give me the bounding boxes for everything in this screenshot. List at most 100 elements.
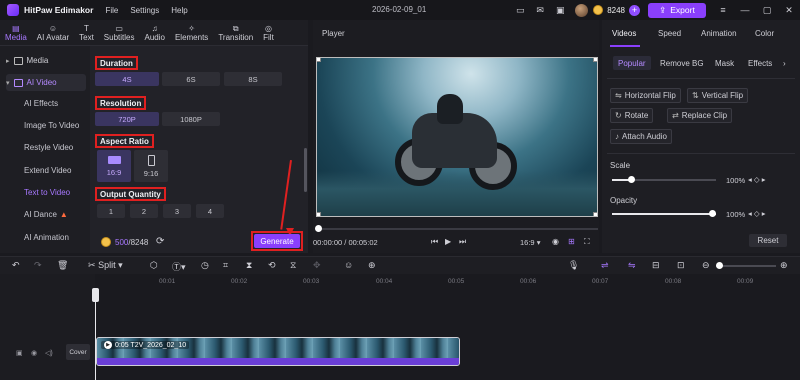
- play-icon[interactable]: ▶: [445, 237, 451, 246]
- duration-option-4s[interactable]: 4S: [95, 72, 159, 86]
- tab-subtitles[interactable]: ▭ Subtitles: [99, 20, 140, 46]
- microphone-icon[interactable]: 🎙: [568, 260, 579, 271]
- menu-settings[interactable]: Settings: [130, 6, 159, 15]
- quantity-option-2[interactable]: 2: [130, 204, 158, 218]
- next-frame-icon[interactable]: ⏭: [459, 237, 466, 247]
- stabilize-icon[interactable]: ✥: [313, 260, 321, 271]
- resolution-option-720p[interactable]: 720P: [95, 112, 159, 126]
- sticker-icon[interactable]: ⊕: [368, 260, 376, 271]
- redo-icon[interactable]: ↷: [34, 260, 42, 271]
- grid-icon[interactable]: ⊞: [568, 237, 575, 246]
- tab-speed[interactable]: Speed: [658, 29, 681, 38]
- playback-progress[interactable]: [316, 228, 598, 230]
- tab-audio[interactable]: ♫ Audio: [139, 20, 169, 46]
- volume-icon[interactable]: ◁): [45, 349, 53, 357]
- text-tool-icon[interactable]: Ⓣ▾: [172, 260, 186, 273]
- resize-handle[interactable]: [317, 212, 321, 216]
- cover-button[interactable]: Cover: [66, 344, 90, 360]
- resize-handle[interactable]: [593, 212, 597, 216]
- keyframe-controls[interactable]: ◂ ◇ ▸: [748, 175, 765, 184]
- subtab-mask[interactable]: Mask: [710, 56, 739, 70]
- menu-help[interactable]: Help: [171, 6, 187, 15]
- playback-knob[interactable]: [315, 225, 322, 232]
- prev-frame-icon[interactable]: ⏮: [431, 237, 438, 247]
- settings-scrollbar[interactable]: [304, 148, 307, 192]
- resolution-option-1080p[interactable]: 1080P: [162, 112, 220, 126]
- chevron-right-icon[interactable]: ›: [783, 56, 786, 70]
- snap-icon[interactable]: ⊟: [652, 260, 660, 271]
- aspect-option-16-9[interactable]: 16:9: [97, 150, 131, 182]
- subtab-effects[interactable]: Effects: [743, 56, 777, 70]
- lock-icon[interactable]: ▣: [16, 349, 23, 357]
- split-button[interactable]: ✂ Split ▾: [88, 260, 123, 271]
- freeze-icon[interactable]: ⧗: [246, 260, 252, 271]
- horizontal-flip-button[interactable]: ⇋ Horizontal Flip: [610, 88, 681, 103]
- undo-icon[interactable]: ↶: [12, 260, 20, 271]
- keyframe-controls[interactable]: ◂ ◇ ▸: [748, 209, 765, 218]
- tab-text[interactable]: T Text: [74, 20, 99, 46]
- reverse-icon[interactable]: ⟲: [268, 260, 276, 271]
- tab-filter[interactable]: ◎ Filt: [258, 20, 279, 46]
- aspect-ratio-select[interactable]: 16:9 ▾: [520, 238, 540, 247]
- fit-icon[interactable]: ⊡: [677, 260, 685, 271]
- gift-icon[interactable]: ▣: [555, 5, 565, 15]
- sidebar-group-ai-video[interactable]: ▾ AI Video: [6, 74, 86, 91]
- export-button[interactable]: ⇪ Export: [648, 2, 706, 18]
- scale-value[interactable]: 100%: [726, 176, 745, 185]
- zoom-out-icon[interactable]: ⊖: [702, 260, 710, 271]
- link-track-icon[interactable]: ⇌: [601, 260, 609, 271]
- magnet-icon[interactable]: ⇋: [628, 260, 636, 271]
- tab-elements[interactable]: ✧ Elements: [170, 20, 213, 46]
- monitor-icon[interactable]: ▭: [515, 5, 525, 15]
- menu-file[interactable]: File: [105, 6, 118, 15]
- time-ruler[interactable]: 00:01 00:02 00:03 00:04 00:05 00:06 00:0…: [95, 274, 800, 288]
- add-credits-button[interactable]: +: [629, 4, 640, 16]
- face-icon[interactable]: ☺: [344, 260, 353, 270]
- rotate-button[interactable]: ↻ Rotate: [610, 108, 654, 123]
- duration-option-8s[interactable]: 8S: [224, 72, 282, 86]
- mask-icon[interactable]: ⬡: [150, 260, 158, 271]
- playhead-handle[interactable]: [92, 288, 99, 302]
- opacity-value[interactable]: 100%: [726, 210, 745, 219]
- zoom-in-icon[interactable]: ⊕: [780, 260, 788, 271]
- scale-slider-knob[interactable]: [628, 176, 635, 183]
- quantity-option-1[interactable]: 1: [97, 204, 125, 218]
- generate-button[interactable]: Generate: [254, 234, 300, 248]
- zoom-slider-track[interactable]: [716, 265, 776, 267]
- minimize-icon[interactable]: —: [734, 5, 756, 15]
- video-clip[interactable]: ▶ 0:05 T2V_2026_02_10: [96, 337, 460, 366]
- crop-icon[interactable]: ⌗: [223, 260, 228, 271]
- quantity-option-3[interactable]: 3: [163, 204, 191, 218]
- avatar[interactable]: [575, 3, 589, 17]
- sidebar-group-media[interactable]: ▸ Media: [6, 52, 86, 69]
- zoom-slider-knob[interactable]: [716, 262, 723, 269]
- maximize-icon[interactable]: ▢: [756, 5, 778, 16]
- resize-handle[interactable]: [593, 58, 597, 62]
- speed-icon[interactable]: ◷: [201, 260, 209, 271]
- eye-icon[interactable]: ◉: [31, 349, 37, 357]
- fullscreen-icon[interactable]: ⛶: [584, 237, 590, 247]
- subtab-popular[interactable]: Popular: [613, 56, 651, 70]
- tab-media[interactable]: ▤ Media: [0, 20, 32, 46]
- replace-clip-button[interactable]: ⇄ Replace Clip: [667, 108, 733, 123]
- video-preview[interactable]: [316, 57, 598, 217]
- reset-button[interactable]: Reset: [749, 234, 787, 247]
- subtab-remove-bg[interactable]: Remove BG: [655, 56, 709, 70]
- opacity-slider-knob[interactable]: [709, 210, 716, 217]
- aspect-option-9-16[interactable]: 9:16: [134, 150, 168, 182]
- tab-transition[interactable]: ⧉ Transition: [213, 20, 258, 46]
- attach-audio-button[interactable]: ♪ Attach Audio: [610, 129, 672, 144]
- tab-color[interactable]: Color: [755, 29, 774, 38]
- delete-icon[interactable]: 🗑: [57, 260, 68, 271]
- snapshot-icon[interactable]: ◉: [552, 237, 559, 246]
- quantity-option-4[interactable]: 4: [196, 204, 224, 218]
- close-icon[interactable]: ✕: [778, 5, 800, 16]
- duration-option-6s[interactable]: 6S: [162, 72, 220, 86]
- vertical-flip-button[interactable]: ⇅ Vertical Flip: [687, 88, 749, 103]
- refresh-icon[interactable]: ⟳: [156, 236, 164, 247]
- tab-videos[interactable]: Videos: [612, 29, 636, 38]
- tab-ai-avatar[interactable]: ☺ AI Avatar: [32, 20, 74, 46]
- mirror-icon[interactable]: ⧖: [290, 260, 296, 271]
- tab-animation[interactable]: Animation: [701, 29, 737, 38]
- project-title[interactable]: 2026-02-09_01: [372, 5, 426, 14]
